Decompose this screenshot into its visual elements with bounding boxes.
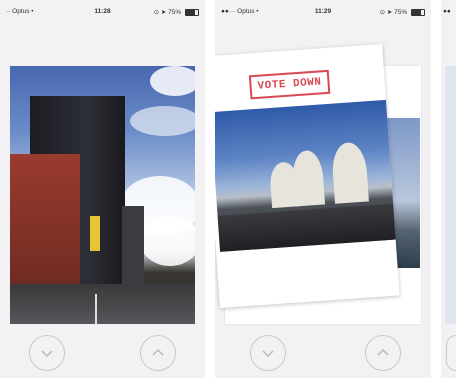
chevron-down-icon [262,350,274,358]
red-building [10,154,80,294]
vote-up-button[interactable] [140,335,176,371]
crowd [217,203,396,252]
chevron-up-icon [377,348,389,356]
building [122,206,144,296]
vote-down-button-edge [446,335,456,371]
vote-down-button[interactable] [29,335,65,371]
phone-screen-1: ·· Optus • 11:28 ⊙ ➤ 75% [0,0,205,378]
status-bar: ·· Optus • 11:28 ⊙ ➤ 75% [0,0,205,22]
status-indicator-text: ⊙ ➤ 75% [153,9,182,16]
sail [330,141,369,204]
cloud [130,106,195,136]
carrier-label: ●● [443,8,451,15]
opera-house-photo [215,99,396,252]
photo-card[interactable] [10,66,195,324]
street [10,284,195,324]
chevron-up-icon [152,348,164,356]
status-indicators: ⊙ ➤ 75% [154,8,199,16]
chevron-down-icon [41,350,53,358]
battery-fill [412,9,421,15]
phone-screen-3: ●● [441,0,456,378]
status-bar: ●● [441,0,456,22]
swiping-photo-card[interactable]: VOTE DOWN [215,44,400,308]
battery-icon [185,8,199,16]
vote-down-button[interactable] [250,335,286,371]
yellow-banner [90,216,100,251]
status-indicator-text: ⊙ ➤ 75% [379,9,408,16]
cloud [150,66,195,96]
sail [291,149,326,207]
status-indicators: ⊙ ➤ 75% [380,8,425,16]
status-bar: ●●··· Optus • 11:29 ⊙ ➤ 75% [215,0,431,22]
cloud [140,216,195,266]
vote-down-stamp: VOTE DOWN [248,69,331,100]
lane-marking [95,294,97,324]
battery-icon [411,8,425,16]
photo-card-edge [445,66,456,324]
phone-screen-2: ●●··· Optus • 11:29 ⊙ ➤ 75% VOTE DOWN [215,0,431,378]
battery-fill [186,9,195,15]
vote-up-button[interactable] [365,335,401,371]
